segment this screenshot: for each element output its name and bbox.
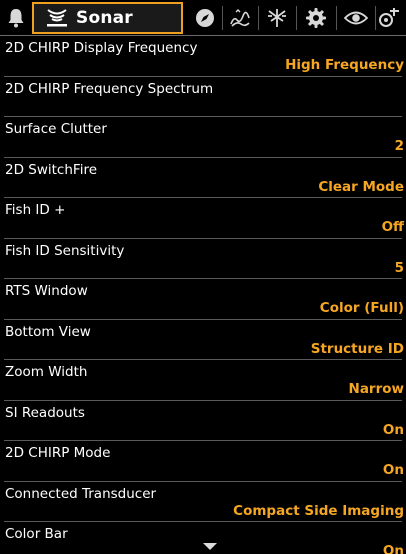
tab-chart[interactable] [225, 2, 255, 34]
menu-item-label: Connected Transducer [5, 485, 157, 502]
menu-item-label: Fish ID Sensitivity [5, 242, 125, 259]
tab-alerts[interactable] [2, 2, 30, 34]
menu-item-label: Bottom View [5, 323, 91, 340]
menu-item-value: On [382, 462, 404, 478]
eye-icon [344, 10, 368, 26]
menu-item-value: Narrow [348, 381, 404, 397]
menu-item-2d-chirp-mode[interactable]: 2D CHIRP Mode On [0, 441, 406, 482]
accessories-icon [377, 7, 403, 29]
menu-item-label: 2D CHIRP Mode [5, 445, 111, 461]
menu-item-value: Compact Side Imaging [233, 502, 404, 519]
chart-icon [229, 8, 251, 28]
menu-item-value: Color (Full) [319, 300, 404, 316]
tab-bar: Sonar [0, 0, 406, 36]
bell-icon [7, 8, 25, 28]
network-icon [266, 7, 288, 29]
menu-item-value: 2 [394, 138, 404, 154]
menu-item-label: Zoom Width [5, 364, 88, 380]
menu-item-fish-id-sensitivity[interactable]: Fish ID Sensitivity 5 [0, 239, 406, 279]
menu-item-fish-id-plus[interactable]: Fish ID + Off [0, 198, 406, 239]
menu-item-label: Color Bar [5, 526, 68, 542]
tab-navigation[interactable] [190, 2, 220, 34]
menu-item-label: Surface Clutter [5, 121, 107, 137]
menu-item-bottom-view[interactable]: Bottom View Structure ID [0, 320, 406, 360]
gear-icon [305, 7, 327, 29]
menu-item-value: Off [381, 219, 404, 235]
menu-item-2d-switchfire[interactable]: 2D SwitchFire Clear Mode [0, 158, 406, 198]
menu-item-value: On [382, 421, 404, 438]
sonar-icon [46, 8, 68, 28]
chevron-down-icon[interactable] [203, 543, 217, 550]
menu-item-value: Structure ID [310, 340, 404, 357]
menu-item-label: SI Readouts [5, 404, 85, 421]
menu-item-surface-clutter[interactable]: Surface Clutter 2 [0, 117, 406, 158]
menu-item-value: Clear Mode [318, 178, 404, 195]
sonar-settings-list: 2D CHIRP Display Frequency High Frequenc… [0, 36, 406, 554]
menu-item-si-readouts[interactable]: SI Readouts On [0, 401, 406, 441]
compass-icon [195, 8, 215, 28]
menu-item-value: High Frequency [285, 57, 404, 73]
tab-sonar[interactable]: Sonar [32, 2, 183, 34]
menu-item-label: 2D CHIRP Display Frequency [5, 40, 198, 56]
menu-item-zoom-width[interactable]: Zoom Width Narrow [0, 360, 406, 401]
tab-settings[interactable] [299, 2, 333, 34]
menu-item-connected-transducer[interactable]: Connected Transducer Compact Side Imagin… [0, 482, 406, 522]
menu-item-label: 2D CHIRP Frequency Spectrum [5, 80, 214, 97]
tab-network[interactable] [261, 2, 293, 34]
menu-item-label: 2D SwitchFire [5, 161, 98, 178]
menu-item-2d-chirp-frequency-spectrum[interactable]: 2D CHIRP Frequency Spectrum [0, 77, 406, 117]
tab-sonar-label: Sonar [76, 8, 133, 28]
menu-item-value: On [382, 543, 404, 554]
menu-item-label: Fish ID + [5, 202, 66, 218]
tab-views[interactable] [339, 2, 373, 34]
menu-item-rts-window[interactable]: RTS Window Color (Full) [0, 279, 406, 320]
menu-item-2d-chirp-display-frequency[interactable]: 2D CHIRP Display Frequency High Frequenc… [0, 36, 406, 77]
menu-item-value: 5 [394, 259, 404, 276]
menu-item-label: RTS Window [5, 283, 88, 299]
tab-accessories[interactable] [377, 2, 406, 34]
